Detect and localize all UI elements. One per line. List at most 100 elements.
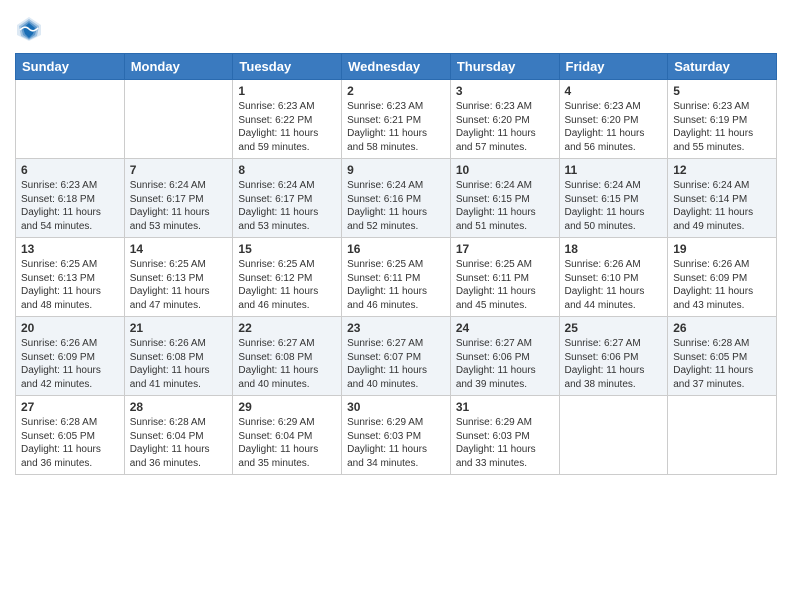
- calendar-cell: 3Sunrise: 6:23 AMSunset: 6:20 PMDaylight…: [450, 80, 559, 159]
- day-number: 20: [21, 321, 119, 335]
- day-number: 13: [21, 242, 119, 256]
- day-number: 28: [130, 400, 228, 414]
- calendar-cell: 19Sunrise: 6:26 AMSunset: 6:09 PMDayligh…: [668, 238, 777, 317]
- calendar-cell: 11 Sunrise: 6:24 AMSunset: 6:15 PMDayligh…: [559, 159, 668, 238]
- day-number: 3: [456, 84, 554, 98]
- calendar-cell: 10Sunrise: 6:24 AMSunset: 6:15 PMDayligh…: [450, 159, 559, 238]
- day-info: Sunrise: 6:24 AMSunset: 6:17 PMDaylight:…: [238, 179, 336, 233]
- day-number: 14: [130, 242, 228, 256]
- calendar-cell: 2 Sunrise: 6:23 AMSunset: 6:21 PMDaylight…: [342, 80, 451, 159]
- calendar-cell: [124, 80, 233, 159]
- calendar-cell: 1 Sunrise: 6:23 AMSunset: 6:22 PMDaylight…: [233, 80, 342, 159]
- day-info: Sunrise: 6:25 AMSunset: 6:11 PMDaylight:…: [347, 258, 445, 312]
- calendar-header-row: SundayMondayTuesdayWednesdayThursdayFrid…: [16, 54, 777, 80]
- day-number: 2: [347, 84, 445, 98]
- header: [15, 15, 777, 43]
- day-number: 22: [238, 321, 336, 335]
- calendar-cell: 13 Sunrise: 6:25 AMSunset: 6:13 PMDayligh…: [16, 238, 125, 317]
- day-number: 29: [238, 400, 336, 414]
- calendar-cell: 31 Sunrise: 6:29 AMSunset: 6:03 PMDayligh…: [450, 396, 559, 475]
- calendar-cell: 22 Sunrise: 6:27 AMSunset: 6:08 PMDayligh…: [233, 317, 342, 396]
- day-number: 16: [347, 242, 445, 256]
- calendar-cell: [16, 80, 125, 159]
- calendar-cell: 26 Sunrise: 6:28 AMSunset: 6:05 PMDayligh…: [668, 317, 777, 396]
- calendar-cell: 30 Sunrise: 6:29 AMSunset: 6:03 PMDayligh…: [342, 396, 451, 475]
- calendar-cell: 27Sunrise: 6:28 AMSunset: 6:05 PMDayligh…: [16, 396, 125, 475]
- day-info: Sunrise: 6:26 AMSunset: 6:08 PMDaylight:…: [130, 337, 228, 391]
- logo-icon: [15, 15, 43, 43]
- calendar-cell: 18 Sunrise: 6:26 AMSunset: 6:10 PMDayligh…: [559, 238, 668, 317]
- calendar-cell: 8 Sunrise: 6:24 AMSunset: 6:17 PMDaylight…: [233, 159, 342, 238]
- calendar-cell: 4 Sunrise: 6:23 AMSunset: 6:20 PMDaylight…: [559, 80, 668, 159]
- day-info: Sunrise: 6:28 AMSunset: 6:04 PMDaylight:…: [130, 416, 228, 470]
- day-info: Sunrise: 6:27 AMSunset: 6:07 PMDaylight:…: [347, 337, 445, 391]
- calendar-cell: [559, 396, 668, 475]
- day-info: Sunrise: 6:26 AMSunset: 6:09 PMDaylight:…: [21, 337, 119, 391]
- day-number: 17: [456, 242, 554, 256]
- day-number: 15: [238, 242, 336, 256]
- header-day-saturday: Saturday: [668, 54, 777, 80]
- header-day-friday: Friday: [559, 54, 668, 80]
- header-day-thursday: Thursday: [450, 54, 559, 80]
- day-number: 1: [238, 84, 336, 98]
- day-number: 31: [456, 400, 554, 414]
- page: SundayMondayTuesdayWednesdayThursdayFrid…: [0, 0, 792, 612]
- day-info: Sunrise: 6:25 AMSunset: 6:11 PMDaylight:…: [456, 258, 554, 312]
- day-number: 27: [21, 400, 119, 414]
- calendar-cell: 16 Sunrise: 6:25 AMSunset: 6:11 PMDayligh…: [342, 238, 451, 317]
- calendar-cell: 9 Sunrise: 6:24 AMSunset: 6:16 PMDaylight…: [342, 159, 451, 238]
- day-number: 4: [565, 84, 663, 98]
- calendar-cell: 6Sunrise: 6:23 AMSunset: 6:18 PMDaylight…: [16, 159, 125, 238]
- day-info: Sunrise: 6:28 AMSunset: 6:05 PMDaylight:…: [673, 337, 771, 391]
- day-info: Sunrise: 6:29 AMSunset: 6:03 PMDaylight:…: [347, 416, 445, 470]
- day-info: Sunrise: 6:23 AMSunset: 6:20 PMDaylight:…: [565, 100, 663, 154]
- header-day-wednesday: Wednesday: [342, 54, 451, 80]
- day-info: Sunrise: 6:27 AMSunset: 6:06 PMDaylight:…: [565, 337, 663, 391]
- day-number: 26: [673, 321, 771, 335]
- day-info: Sunrise: 6:25 AMSunset: 6:12 PMDaylight:…: [238, 258, 336, 312]
- day-info: Sunrise: 6:24 AMSunset: 6:15 PMDaylight:…: [565, 179, 663, 233]
- day-number: 11: [565, 163, 663, 177]
- calendar-cell: 14 Sunrise: 6:25 AMSunset: 6:13 PMDayligh…: [124, 238, 233, 317]
- calendar-cell: 23 Sunrise: 6:27 AMSunset: 6:07 PMDayligh…: [342, 317, 451, 396]
- header-day-sunday: Sunday: [16, 54, 125, 80]
- day-number: 25: [565, 321, 663, 335]
- day-info: Sunrise: 6:26 AMSunset: 6:10 PMDaylight:…: [565, 258, 663, 312]
- calendar-cell: 12Sunrise: 6:24 AMSunset: 6:14 PMDayligh…: [668, 159, 777, 238]
- week-row-4: 20 Sunrise: 6:26 AMSunset: 6:09 PMDayligh…: [16, 317, 777, 396]
- header-day-tuesday: Tuesday: [233, 54, 342, 80]
- calendar-table: SundayMondayTuesdayWednesdayThursdayFrid…: [15, 53, 777, 475]
- day-info: Sunrise: 6:29 AMSunset: 6:03 PMDaylight:…: [456, 416, 554, 470]
- day-number: 8: [238, 163, 336, 177]
- calendar-cell: 29 Sunrise: 6:29 AMSunset: 6:04 PMDayligh…: [233, 396, 342, 475]
- day-number: 18: [565, 242, 663, 256]
- calendar-cell: 21 Sunrise: 6:26 AMSunset: 6:08 PMDayligh…: [124, 317, 233, 396]
- day-info: Sunrise: 6:23 AMSunset: 6:22 PMDaylight:…: [238, 100, 336, 154]
- day-info: Sunrise: 6:25 AMSunset: 6:13 PMDaylight:…: [130, 258, 228, 312]
- day-info: Sunrise: 6:25 AMSunset: 6:13 PMDaylight:…: [21, 258, 119, 312]
- day-info: Sunrise: 6:23 AMSunset: 6:19 PMDaylight:…: [673, 100, 771, 154]
- day-info: Sunrise: 6:27 AMSunset: 6:08 PMDaylight:…: [238, 337, 336, 391]
- calendar-cell: 25 Sunrise: 6:27 AMSunset: 6:06 PMDayligh…: [559, 317, 668, 396]
- week-row-1: 1 Sunrise: 6:23 AMSunset: 6:22 PMDaylight…: [16, 80, 777, 159]
- day-info: Sunrise: 6:29 AMSunset: 6:04 PMDaylight:…: [238, 416, 336, 470]
- day-number: 10: [456, 163, 554, 177]
- day-info: Sunrise: 6:23 AMSunset: 6:21 PMDaylight:…: [347, 100, 445, 154]
- day-info: Sunrise: 6:27 AMSunset: 6:06 PMDaylight:…: [456, 337, 554, 391]
- day-info: Sunrise: 6:24 AMSunset: 6:16 PMDaylight:…: [347, 179, 445, 233]
- calendar-cell: 20 Sunrise: 6:26 AMSunset: 6:09 PMDayligh…: [16, 317, 125, 396]
- day-number: 23: [347, 321, 445, 335]
- day-number: 19: [673, 242, 771, 256]
- calendar-cell: 7Sunrise: 6:24 AMSunset: 6:17 PMDaylight…: [124, 159, 233, 238]
- logo: [15, 15, 47, 43]
- calendar-cell: 28 Sunrise: 6:28 AMSunset: 6:04 PMDayligh…: [124, 396, 233, 475]
- day-number: 9: [347, 163, 445, 177]
- calendar-cell: 15 Sunrise: 6:25 AMSunset: 6:12 PMDayligh…: [233, 238, 342, 317]
- calendar-cell: 5Sunrise: 6:23 AMSunset: 6:19 PMDaylight…: [668, 80, 777, 159]
- header-day-monday: Monday: [124, 54, 233, 80]
- calendar-cell: 17 Sunrise: 6:25 AMSunset: 6:11 PMDayligh…: [450, 238, 559, 317]
- day-number: 12: [673, 163, 771, 177]
- day-number: 30: [347, 400, 445, 414]
- week-row-2: 6Sunrise: 6:23 AMSunset: 6:18 PMDaylight…: [16, 159, 777, 238]
- day-number: 21: [130, 321, 228, 335]
